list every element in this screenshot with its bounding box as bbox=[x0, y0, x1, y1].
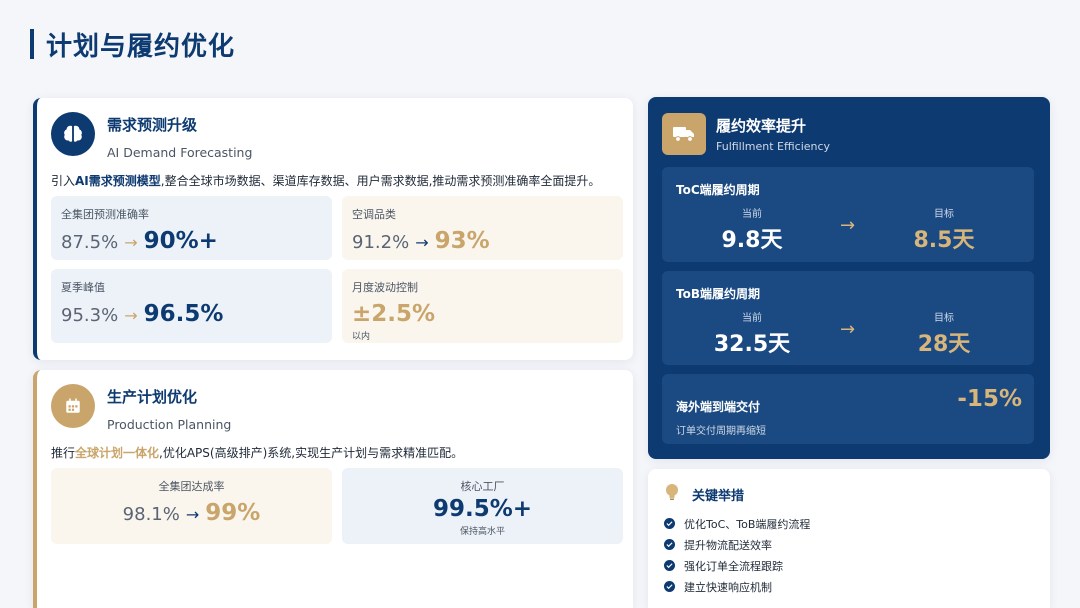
check-icon bbox=[664, 518, 675, 529]
toc-target: 目标 8.5天 bbox=[913, 209, 975, 253]
arrow-right-icon: → bbox=[415, 233, 429, 252]
lightbulb-icon bbox=[664, 483, 680, 505]
tob-target: 目标 28天 bbox=[917, 313, 971, 357]
production-subtitle: Production Planning bbox=[107, 417, 232, 432]
demand-description: 引入AI需求预测模型,整合全球市场数据、渠道库存数据、用户需求数据,推动需求预测… bbox=[51, 174, 601, 188]
production-title: 生产计划优化 bbox=[107, 388, 198, 406]
metric-group-accuracy: 全集团预测准确率 87.5% → 90%+ bbox=[51, 196, 332, 260]
arrow-right-icon: → bbox=[840, 215, 856, 236]
metric-summer-peak: 夏季峰值 95.3% → 96.5% bbox=[51, 269, 332, 343]
metric-aircon: 空调品类 91.2% → 93% bbox=[342, 196, 623, 260]
demand-subtitle: AI Demand Forecasting bbox=[107, 145, 253, 160]
fulfillment-card: 履约效率提升 Fulfillment Efficiency ToC端履约周期 当… bbox=[648, 97, 1050, 459]
metric-group-achievement: 全集团达成率 98.1% → 99% bbox=[51, 468, 332, 544]
fulfillment-header: 履约效率提升 Fulfillment Efficiency bbox=[662, 113, 830, 155]
list-item: 建立快速响应机制 bbox=[664, 576, 810, 597]
list-item: 提升物流配送效率 bbox=[664, 534, 810, 555]
measures-title: 关键举措 bbox=[692, 488, 745, 504]
fulfillment-title: 履约效率提升 bbox=[716, 117, 807, 135]
calendar-icon bbox=[51, 384, 95, 428]
check-icon bbox=[664, 581, 675, 592]
arrow-right-icon: → bbox=[185, 505, 200, 524]
brain-icon bbox=[51, 112, 95, 156]
check-icon bbox=[664, 560, 675, 571]
truck-icon bbox=[662, 113, 706, 155]
arrow-right-icon: → bbox=[840, 319, 856, 340]
page-header: 计划与履约优化 bbox=[30, 26, 235, 62]
demand-header: 需求预测升级 AI Demand Forecasting bbox=[51, 112, 252, 160]
check-icon bbox=[664, 539, 675, 550]
list-item: 强化订单全流程跟踪 bbox=[664, 555, 810, 576]
arrow-right-icon: → bbox=[124, 233, 138, 252]
production-planning-card: 生产计划优化 Production Planning 推行全球计划一体化,优化A… bbox=[33, 370, 633, 608]
key-measures-card: 关键举措 优化ToC、ToB端履约流程 提升物流配送效率 强化订单全流程跟踪 建… bbox=[648, 469, 1050, 608]
overseas-delivery-box: 海外端到端交付 订单交付周期再缩短 -15% bbox=[662, 374, 1034, 444]
toc-current: 当前 9.8天 bbox=[721, 209, 783, 253]
production-header: 生产计划优化 Production Planning bbox=[51, 384, 231, 432]
measures-header: 关键举措 bbox=[664, 483, 744, 505]
fulfillment-subtitle: Fulfillment Efficiency bbox=[716, 140, 831, 153]
measures-list: 优化ToC、ToB端履约流程 提升物流配送效率 强化订单全流程跟踪 建立快速响应… bbox=[664, 513, 810, 597]
page-title: 计划与履约优化 bbox=[46, 31, 236, 62]
tob-current: 当前 32.5天 bbox=[713, 313, 791, 357]
demand-title: 需求预测升级 bbox=[107, 116, 198, 134]
metric-core-factory: 核心工厂 99.5%+ 保持高水平 bbox=[342, 468, 623, 544]
title-accent-bar bbox=[30, 29, 34, 59]
production-description: 推行全球计划一体化,优化APS(高级排产)系统,实现生产计划与需求精准匹配。 bbox=[51, 446, 464, 460]
demand-forecast-card: 需求预测升级 AI Demand Forecasting 引入AI需求预测模型,… bbox=[33, 98, 633, 360]
toc-cycle-box: ToC端履约周期 当前 9.8天 → 目标 8.5天 bbox=[662, 167, 1034, 262]
metric-monthly-volatility: 月度波动控制 ±2.5% 以内 bbox=[342, 269, 623, 343]
arrow-right-icon: → bbox=[124, 306, 138, 325]
tob-cycle-box: ToB端履约周期 当前 32.5天 → 目标 28天 bbox=[662, 271, 1034, 365]
list-item: 优化ToC、ToB端履约流程 bbox=[664, 513, 810, 534]
